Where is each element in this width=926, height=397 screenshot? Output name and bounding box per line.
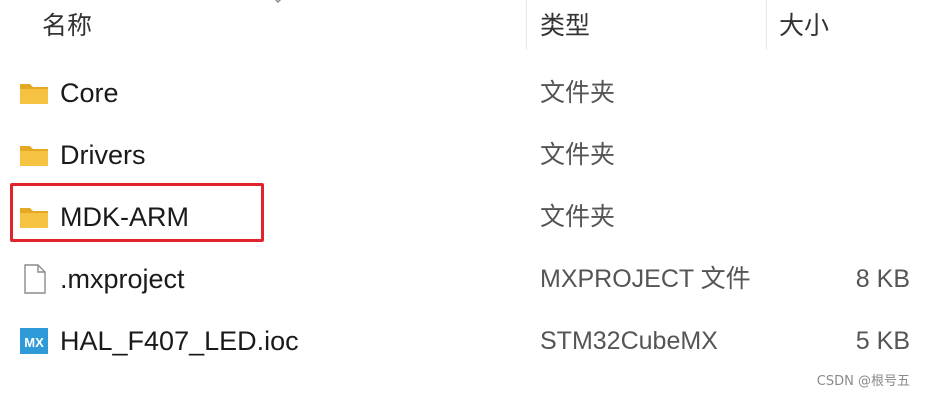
- column-header-size[interactable]: 大小: [779, 10, 829, 42]
- svg-text:MX: MX: [24, 335, 44, 350]
- file-name: Drivers: [60, 140, 146, 170]
- column-header-name[interactable]: 名称: [42, 10, 92, 42]
- file-explorer-list: 名称 类型 大小 Core 文件夹 Drivers 文件夹 MDK-ARM 文件…: [0, 0, 926, 397]
- watermark: CSDN @根号五: [816, 374, 910, 389]
- file-name: .mxproject: [60, 264, 185, 294]
- file-icon: [24, 264, 46, 294]
- file-row[interactable]: .mxproject MXPROJECT 文件 8 KB: [0, 248, 926, 310]
- column-header-type[interactable]: 类型: [540, 10, 590, 42]
- file-row[interactable]: Core 文件夹: [0, 62, 926, 124]
- folder-icon: [20, 84, 48, 104]
- column-header-bar: 名称 类型 大小: [0, 0, 926, 52]
- file-type: 文件夹: [540, 141, 616, 169]
- file-row[interactable]: MX HAL_F407_LED.ioc STM32CubeMX 5 KB: [0, 310, 926, 372]
- file-name: Core: [60, 78, 119, 108]
- file-type: 文件夹: [540, 79, 616, 107]
- folder-icon: [20, 146, 48, 166]
- file-type: 文件夹: [540, 203, 616, 231]
- file-type: STM32CubeMX: [540, 327, 718, 355]
- file-size: 5 KB: [855, 327, 910, 355]
- file-size: 8 KB: [855, 265, 910, 293]
- column-divider[interactable]: [526, 0, 527, 50]
- column-divider[interactable]: [766, 0, 767, 50]
- file-row[interactable]: Drivers 文件夹: [0, 124, 926, 186]
- file-name: HAL_F407_LED.ioc: [60, 326, 299, 356]
- stm32cubemx-icon: MX: [20, 328, 48, 354]
- highlight-annotation-box: [10, 183, 264, 242]
- sort-chevron-icon: [274, 0, 282, 4]
- file-type: MXPROJECT 文件: [540, 265, 751, 293]
